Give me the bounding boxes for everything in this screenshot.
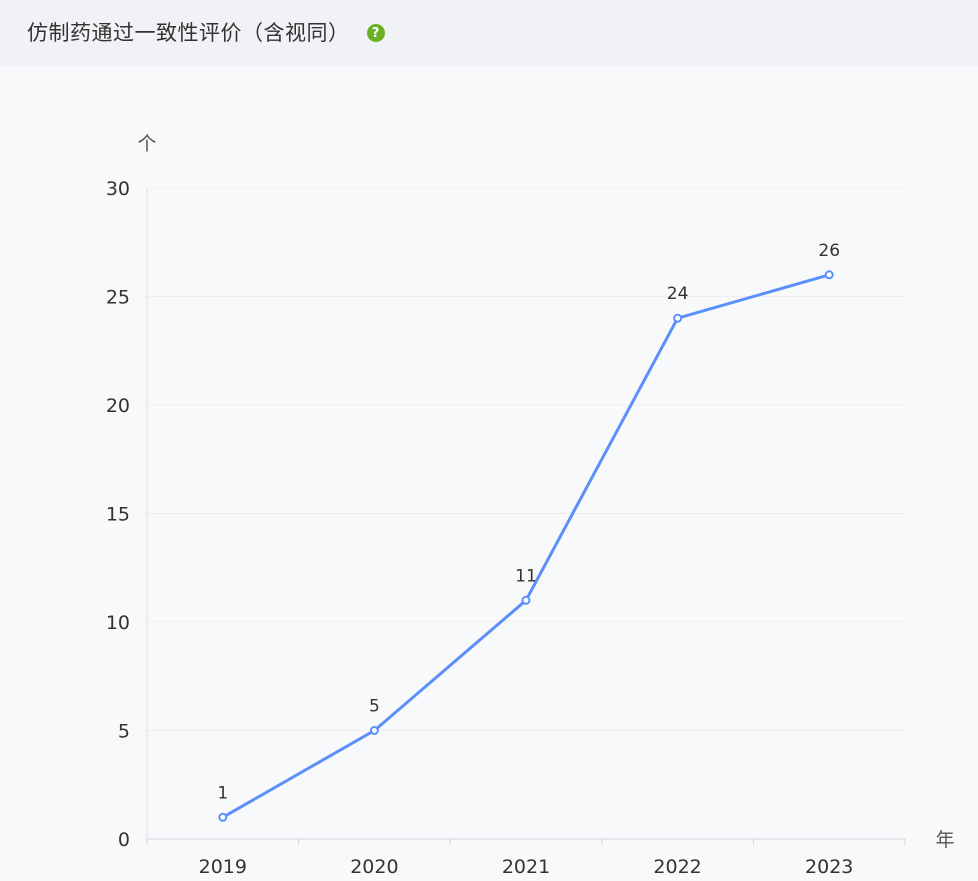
data-point [673,313,683,323]
x-tick-label: 2022 [653,856,701,878]
x-axis-unit: 年 [935,829,954,851]
y-tick-label: 5 [118,721,130,743]
y-tick-label: 0 [118,829,130,851]
data-label: 5 [369,697,380,717]
y-tick-label: 25 [106,287,130,309]
gridlines [147,187,905,731]
y-tick-label: 10 [106,612,130,634]
data-point [369,726,379,735]
y-axis-unit: 个 [137,133,156,155]
data-point [521,595,531,605]
data-label: 1 [217,783,228,803]
y-tick-label: 15 [106,504,130,526]
x-tick-label: 2020 [350,856,398,878]
y-tick-label: 30 [106,178,130,200]
panel-title: 仿制药通过一致性评价（含视同） [27,20,350,45]
chart-panel: 仿制药通过一致性评价（含视同） ? 0 5 10 15 20 25 30 2019 2020 20… [0,0,978,881]
series-line [222,273,830,819]
line-chart: 0510152025302019 2020 2021 2022 2023个年 15112… [106,133,955,878]
x-tick-label: 2023 [805,856,853,878]
data-point [824,270,834,280]
x-tick-label: 2019 [199,856,247,878]
question-circle-icon[interactable]: ? [366,24,385,42]
data-label: 24 [667,284,689,304]
y-tick-label: 20 [106,395,130,417]
x-tick-label: 2021 [502,856,550,878]
data-point [218,812,228,822]
series [218,270,834,822]
data-label: 11 [515,566,537,586]
labels: 1 5 11 24 26 [217,241,840,803]
panel-header: 仿制药通过一致性评价（含视同） ? [0,0,978,66]
data-label: 26 [818,241,840,261]
